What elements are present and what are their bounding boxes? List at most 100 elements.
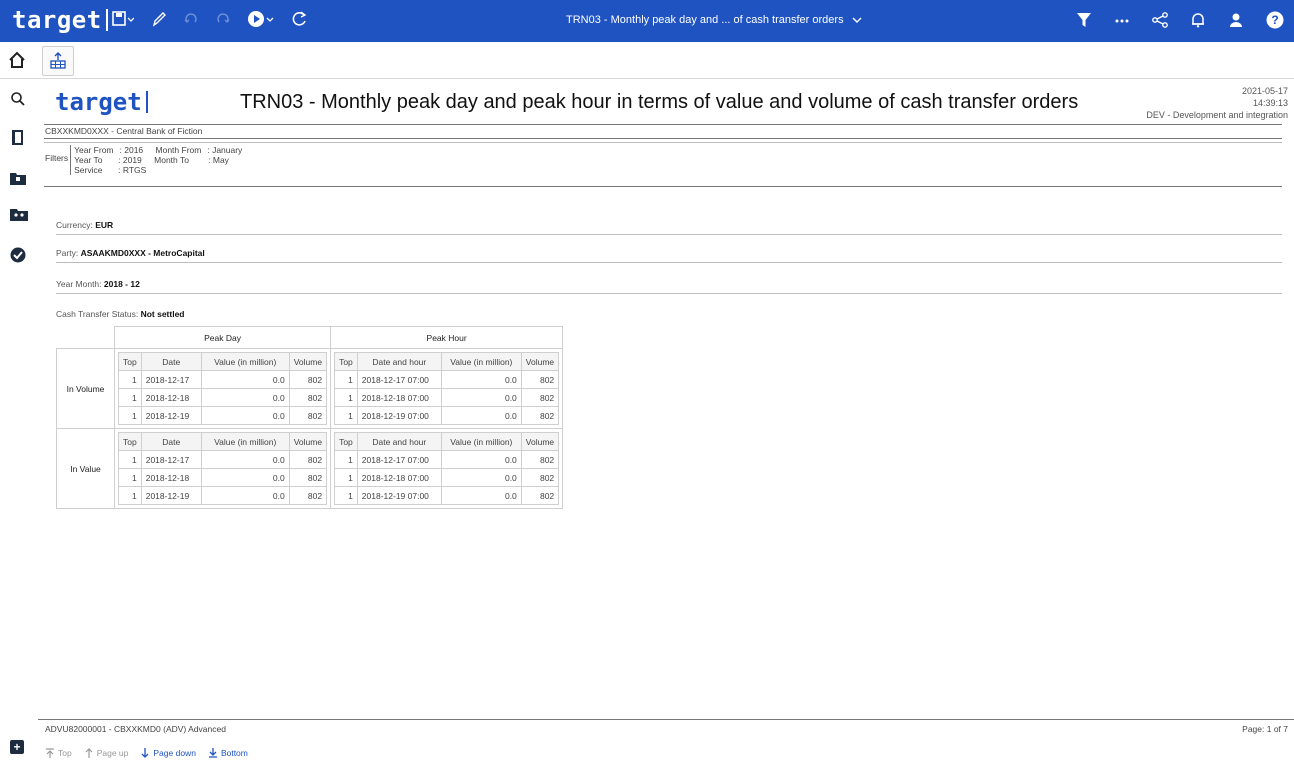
table-row: 1 2018-12-19 07:00 0.0 802: [334, 486, 560, 505]
table-cell: Top Date and hour Value (in million) Volume…: [330, 348, 564, 429]
table-cell: 802: [288, 468, 328, 487]
footer-user: ADVU82000001 - CBXXKMD0 (ADV) Advanced: [45, 724, 226, 734]
table-cell: 2018-12-17 07:00: [356, 370, 442, 389]
table-cell: 802: [520, 406, 560, 425]
bell-icon[interactable]: [1190, 12, 1206, 33]
party-line: Party: ASAAKMD0XXX - MetroCapital: [56, 248, 205, 258]
pencil-icon[interactable]: [152, 11, 166, 27]
column-header: Volume: [520, 432, 560, 451]
table-cell: 1: [118, 468, 142, 487]
column-header: Date: [140, 432, 202, 451]
table-cell: 0.0: [200, 486, 290, 505]
filter-value: : RTGS: [118, 165, 147, 175]
save-icon[interactable]: [112, 11, 134, 27]
column-header: Top: [118, 352, 142, 371]
table-row: 1 2018-12-17 07:00 0.0 802: [334, 450, 560, 469]
peak-hour-value-table: Top Date and hour Value (in million) Volume…: [334, 432, 560, 505]
user-icon[interactable]: [1228, 12, 1244, 33]
report-icon[interactable]: [42, 46, 74, 76]
table-row: 1 2018-12-17 07:00 0.0 802: [334, 370, 560, 389]
left-rail: [0, 79, 38, 774]
peak-hour-header: Peak Hour: [330, 326, 564, 349]
refresh-icon[interactable]: [292, 11, 308, 27]
top-icon: [46, 748, 54, 758]
redo-icon[interactable]: [216, 11, 230, 27]
table-cell: Top Date Value (in million) Volume 1 2018-12…: [113, 428, 332, 509]
peak-table: Peak Day Peak Hour In Volume Top Date Valu…: [56, 326, 564, 509]
filter-value: : 2019: [118, 155, 142, 165]
column-header: Value (in million): [200, 352, 290, 371]
help-icon[interactable]: ?: [1266, 11, 1284, 34]
filter-icon[interactable]: [1076, 12, 1092, 33]
more-icon[interactable]: [1114, 12, 1130, 33]
table-cell: 1: [334, 370, 358, 389]
filter-key: Year From: [74, 145, 114, 155]
table-cell: 1: [334, 468, 358, 487]
table-cell: 2018-12-18: [140, 388, 202, 407]
table-cell: 0.0: [440, 468, 522, 487]
table-cell: [57, 327, 115, 349]
table-cell: 802: [520, 388, 560, 407]
book-icon[interactable]: [10, 129, 26, 152]
filter-key: Year To: [74, 155, 103, 165]
table-cell: 2018-12-18: [140, 468, 202, 487]
filter-value: : January: [207, 145, 243, 155]
column-header: Value (in million): [440, 432, 522, 451]
check-icon[interactable]: [10, 247, 26, 268]
table-cell: 2018-12-17: [140, 450, 202, 469]
table-cell: 802: [288, 388, 328, 407]
column-header: Volume: [288, 352, 328, 371]
peak-day-volume-table: Top Date Value (in million) Volume 1 2018-12…: [118, 352, 328, 425]
table-cell: 2018-12-19: [140, 486, 202, 505]
nav-bottom[interactable]: Bottom: [208, 748, 248, 758]
team-folder-icon[interactable]: [10, 207, 28, 226]
table-cell: 2018-12-17 07:00: [356, 450, 442, 469]
table-cell: 1: [334, 388, 358, 407]
status-line: Cash Transfer Status: Not settled: [56, 309, 185, 319]
table-cell: Top Date and hour Value (in million) Volume…: [330, 428, 564, 509]
table-row: 1 2018-12-18 07:00 0.0 802: [334, 468, 560, 487]
table-row: 1 2018-12-18 07:00 0.0 802: [334, 388, 560, 407]
table-row: 1 2018-12-19 0.0 802: [118, 406, 328, 425]
nav-top[interactable]: Top: [45, 748, 72, 758]
column-header: Top: [334, 432, 358, 451]
report-viewer: target TRN03 - Monthly peak day and peak…: [38, 79, 1294, 719]
filter-key: Service: [74, 165, 103, 175]
nav-page-down[interactable]: Page down: [140, 748, 196, 758]
table-row: 1 2018-12-18 0.0 802: [118, 388, 328, 407]
table-row: 1 2018-12-17 0.0 802: [118, 370, 328, 389]
table-row: 1 2018-12-19 0.0 802: [118, 486, 328, 505]
table-cell: 802: [520, 450, 560, 469]
share-icon[interactable]: [1152, 12, 1168, 33]
table-cell: 0.0: [200, 468, 290, 487]
report-tab-title[interactable]: TRN03 - Monthly peak day and ... of cash…: [566, 14, 862, 26]
divider: [56, 293, 1282, 294]
undo-icon[interactable]: [184, 11, 198, 27]
table-cell: 1: [118, 406, 142, 425]
run-icon[interactable]: [248, 10, 274, 28]
table-cell: 2018-12-19 07:00: [356, 486, 442, 505]
report-meta: 2021-05-17 14:39:13 DEV - Development an…: [1146, 85, 1288, 121]
column-header: Value (in million): [440, 352, 522, 371]
row-label-in-value: In Value: [56, 428, 115, 509]
nav-page-up[interactable]: Page up: [84, 748, 128, 758]
search-icon[interactable]: [10, 91, 26, 112]
table-cell: 1: [334, 450, 358, 469]
divider: [56, 262, 1282, 263]
toolbar: [112, 10, 308, 28]
table-cell: 2018-12-18 07:00: [356, 468, 442, 487]
table-row: 1 2018-12-18 0.0 802: [118, 468, 328, 487]
table-cell: 0.0: [440, 450, 522, 469]
add-icon[interactable]: +: [10, 740, 24, 754]
report-tab-title-text: TRN03 - Monthly peak day and ... of cash…: [566, 14, 844, 26]
table-cell: 0.0: [440, 406, 522, 425]
bank-name: CBXXKMD0XXX - Central Bank of Fiction: [45, 126, 203, 136]
table-cell: 1: [334, 486, 358, 505]
folder-icon[interactable]: [10, 171, 26, 190]
arrow-down-icon: [141, 748, 149, 758]
table-cell: 1: [334, 406, 358, 425]
table-cell: 0.0: [440, 388, 522, 407]
home-icon[interactable]: [8, 51, 26, 74]
currency-line: Currency: EUR: [56, 220, 114, 230]
footer-divider: [38, 719, 1294, 720]
